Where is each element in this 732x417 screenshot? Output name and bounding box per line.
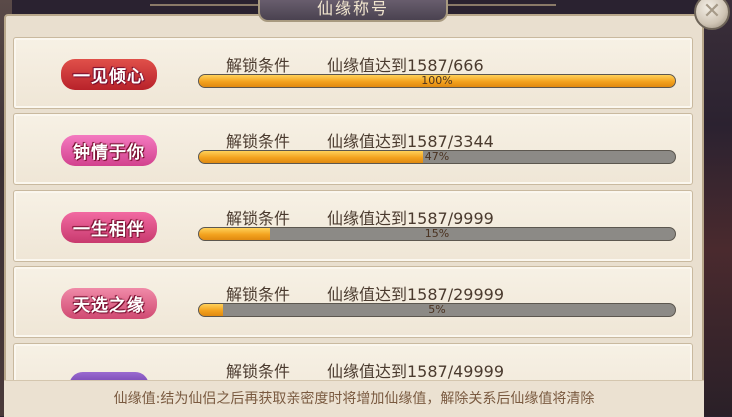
progress-percent-label: 15%	[424, 227, 450, 240]
progress-bar: 100%	[198, 74, 676, 88]
title-badge-label: 钟情于你	[61, 134, 157, 166]
progress-bar: 47%	[198, 150, 676, 164]
unlock-condition-label: 解锁条件	[226, 362, 291, 381]
panel-title: 仙缘称号	[258, 0, 448, 22]
footer-note: 仙缘值:结为仙侣之后再获取亲密度时将增加仙缘值，解除关系后仙缘值将清除	[4, 380, 704, 417]
title-ornament-left	[150, 4, 260, 6]
close-icon: ✕	[702, 0, 722, 24]
unlock-condition-value: 仙缘值达到1587/29999	[327, 285, 505, 304]
progress-percent-label: 5%	[428, 303, 446, 316]
unlock-condition-value: 仙缘值达到1587/49999	[327, 362, 505, 381]
unlock-condition-label: 解锁条件	[226, 209, 291, 228]
progress-percent-label: 100%	[421, 74, 453, 87]
title-badge-label: 一生相伴	[61, 211, 157, 243]
unlock-condition-label: 解锁条件	[226, 132, 291, 151]
unlock-condition-label: 解锁条件	[226, 285, 291, 304]
title-badge: 一生相伴	[44, 211, 174, 243]
unlock-condition-value: 仙缘值达到1587/9999	[327, 209, 494, 228]
title-badge: 钟情于你	[44, 134, 174, 166]
progress-bar: 5%	[198, 303, 676, 317]
unlock-condition-label: 解锁条件	[226, 56, 291, 75]
title-row: 钟情于你 解锁条件 仙缘值达到1587/3344 47%	[13, 113, 693, 185]
unlock-condition-value: 仙缘值达到1587/3344	[327, 132, 494, 151]
title-row: 一生相伴 解锁条件 仙缘值达到1587/9999 15%	[13, 190, 693, 262]
title-ornament-right	[446, 4, 556, 6]
title-row: 一见倾心 解锁条件 仙缘值达到1587/666 100%	[13, 37, 693, 109]
progress-percent-label: 47%	[424, 150, 450, 163]
title-badge: 一见倾心	[44, 58, 174, 90]
title-badge: 天选之缘	[44, 287, 174, 319]
progress-bar: 15%	[198, 227, 676, 241]
unlock-condition-value: 仙缘值达到1587/666	[327, 56, 484, 75]
title-badge-label: 天选之缘	[61, 287, 157, 319]
title-row: 天选之缘 解锁条件 仙缘值达到1587/29999 5%	[13, 266, 693, 338]
title-badge-label: 一见倾心	[61, 58, 157, 90]
